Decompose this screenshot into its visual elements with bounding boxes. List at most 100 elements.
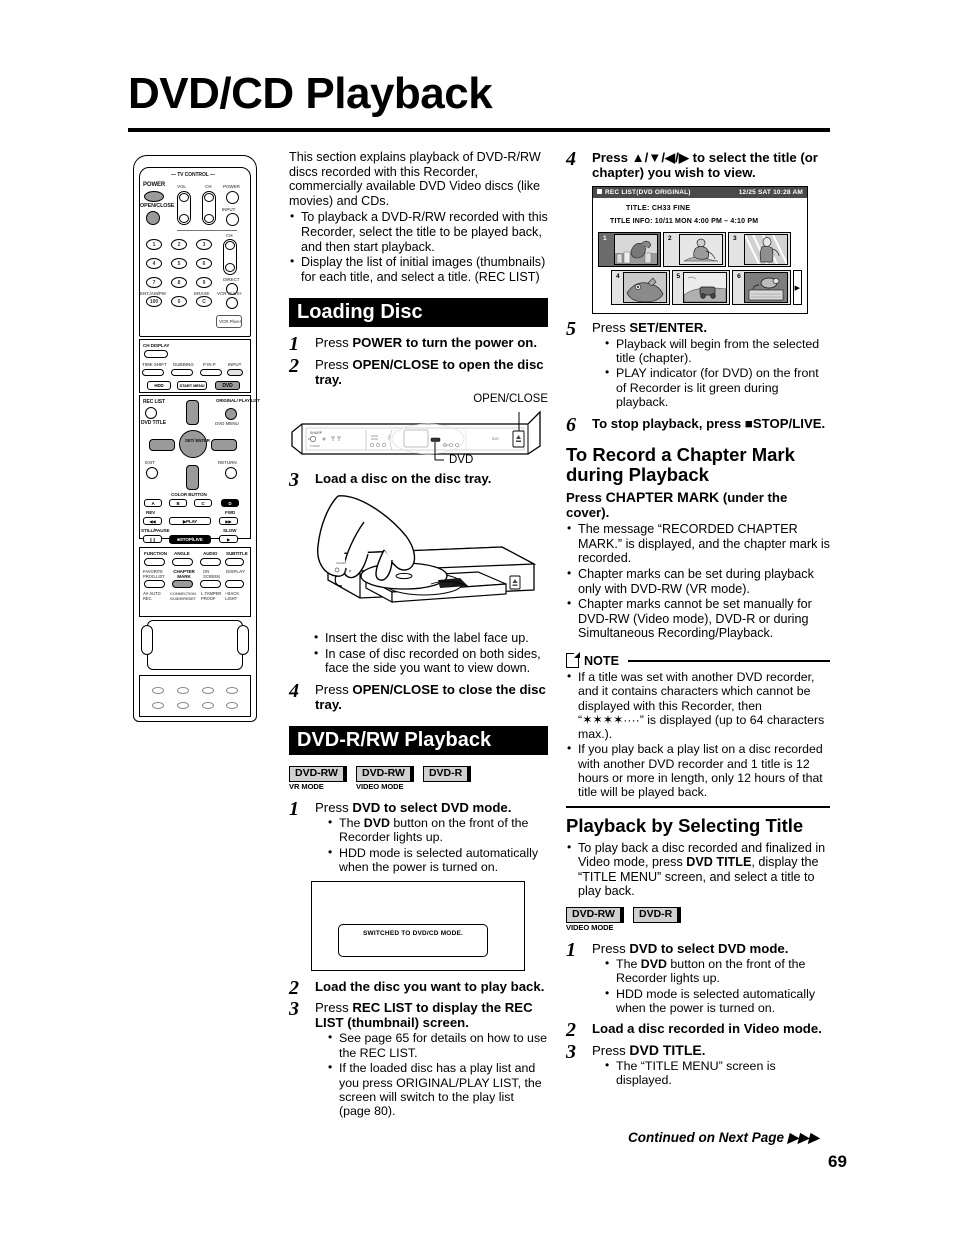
thumbnail-image-6 bbox=[743, 272, 788, 304]
step-title: Press OPEN/CLOSE to open the disc tray. bbox=[315, 357, 548, 387]
remote-number-0[interactable]: 0 bbox=[171, 296, 187, 307]
remote-power-button[interactable] bbox=[144, 191, 164, 202]
step-bullet-list: The DVD button on the front of the Recor… bbox=[315, 815, 548, 875]
remote-down-arrow-button[interactable] bbox=[186, 465, 199, 490]
remote-return-button[interactable] bbox=[225, 467, 237, 479]
remote-on-screen-button[interactable] bbox=[200, 580, 221, 588]
step-title: Press ▲/▼/◀/▶ to select the title (or ch… bbox=[592, 150, 818, 181]
remote-tv-power-button[interactable] bbox=[226, 191, 239, 204]
remote-color-b-button[interactable]: B bbox=[169, 499, 187, 507]
step-loading-2: 2 Press OPEN/CLOSE to open the disc tray… bbox=[289, 355, 548, 387]
remote-ch-display-button[interactable] bbox=[144, 350, 168, 358]
remote-volume-up[interactable] bbox=[179, 193, 189, 202]
remote-bottom-button-7[interactable] bbox=[202, 702, 214, 709]
remote-color-a-button[interactable]: A bbox=[144, 499, 162, 507]
thumbnail-cell-5[interactable]: 5 bbox=[671, 270, 731, 306]
remote-bottom-button-8[interactable] bbox=[226, 702, 238, 709]
remote-number-3[interactable]: 3 bbox=[196, 239, 212, 250]
remote-dubbing-button[interactable] bbox=[171, 369, 193, 376]
remote-volume-down[interactable] bbox=[179, 214, 189, 223]
remote-fast-forward-button[interactable]: ▶▶ bbox=[219, 517, 238, 525]
remote-dvd-button[interactable]: DVD bbox=[215, 381, 240, 390]
remote-subtitle-button[interactable] bbox=[225, 558, 244, 566]
note-bullet-list: If a title was set with another DVD reco… bbox=[566, 669, 830, 800]
remote-clear-button[interactable]: C bbox=[196, 296, 212, 307]
remote-number-100[interactable]: 100 bbox=[146, 296, 162, 307]
remote-bottom-button-5[interactable] bbox=[152, 702, 164, 709]
remote-time-shift-button[interactable] bbox=[142, 369, 164, 376]
remote-tv-channel-up[interactable] bbox=[204, 193, 214, 202]
remote-open-close-button[interactable] bbox=[146, 211, 160, 225]
remote-right-arrow-button[interactable] bbox=[211, 439, 237, 451]
remote-channel-down[interactable] bbox=[225, 263, 235, 272]
list-item: To playback a DVD-R/RW recorded with thi… bbox=[289, 209, 548, 254]
remote-display-button[interactable] bbox=[225, 580, 244, 588]
remote-chapter-mark-button[interactable] bbox=[172, 580, 193, 588]
disc-type-badges: DVD-RW VR MODE DVD-RW VIDEO MODE DVD-R bbox=[289, 763, 548, 791]
list-item: Playback will begin from the selected ti… bbox=[604, 336, 830, 366]
remote-number-1[interactable]: 1 bbox=[146, 239, 162, 250]
remote-label-chapter-mark: CHAPTER MARK bbox=[173, 569, 195, 579]
remote-audio-button[interactable] bbox=[200, 558, 221, 566]
remote-input-button-2[interactable] bbox=[227, 369, 243, 376]
remote-play-button[interactable]: ▶PLAY bbox=[169, 517, 211, 525]
remote-channel-up[interactable] bbox=[225, 241, 235, 250]
remote-function-button[interactable] bbox=[144, 558, 165, 566]
remote-color-c-button[interactable]: C bbox=[194, 499, 212, 507]
thumbnail-index: 4 bbox=[616, 273, 620, 281]
remote-bottom-button-3[interactable] bbox=[202, 687, 214, 694]
thumbnail-next-arrow[interactable]: ▶ bbox=[792, 270, 802, 306]
remote-input-button[interactable] bbox=[226, 213, 239, 226]
vcr-plus-logo-label: VCR Plus+ bbox=[219, 319, 242, 324]
remote-number-2[interactable]: 2 bbox=[171, 239, 187, 250]
remote-original-play-list-button[interactable] bbox=[225, 408, 237, 420]
remote-rewind-button[interactable]: ◀◀ bbox=[143, 517, 162, 525]
remote-bottom-button-2[interactable] bbox=[177, 687, 189, 694]
thumbnail-cell-4[interactable]: 4 bbox=[611, 270, 670, 306]
remote-number-7[interactable]: 7 bbox=[146, 277, 162, 288]
remote-bottom-button-4[interactable] bbox=[226, 687, 238, 694]
remote-still-pause-button[interactable]: ❙❙ bbox=[143, 535, 162, 543]
step-right-5: 5 Press SET/ENTER. Playback will begin f… bbox=[566, 318, 830, 409]
remote-bottom-button-6[interactable] bbox=[177, 702, 189, 709]
list-item: Display the list of initial images (thum… bbox=[289, 254, 548, 284]
remote-p-in-p-button[interactable] bbox=[200, 369, 222, 376]
thumbnail-cell-2[interactable]: 2 bbox=[663, 232, 726, 268]
thumbnail-cell-6[interactable]: 6 bbox=[732, 270, 791, 306]
remote-color-d-button[interactable]: D bbox=[221, 499, 239, 507]
remote-bottom-button-1[interactable] bbox=[152, 687, 164, 694]
switched-mode-tv-screen: SWITCHED TO DVD/CD MODE. bbox=[311, 880, 525, 971]
instruction-bold: CHAPTER MARK bbox=[605, 488, 720, 505]
bullet-bold: DVD bbox=[640, 956, 667, 971]
step-number: 6 bbox=[566, 413, 576, 436]
list-item: In case of disc recorded on both sides, … bbox=[313, 646, 548, 676]
remote-angle-button[interactable] bbox=[172, 558, 193, 566]
remote-number-4[interactable]: 4 bbox=[146, 258, 162, 269]
remote-vcr-plus-button[interactable] bbox=[226, 297, 238, 309]
remote-number-8[interactable]: 8 bbox=[171, 277, 187, 288]
step-number: 4 bbox=[289, 679, 299, 702]
remote-tv-channel-down[interactable] bbox=[204, 214, 214, 223]
remote-start-menu-button[interactable]: START MENU bbox=[177, 381, 207, 390]
step-title: Load the disc you want to play back. bbox=[315, 978, 545, 994]
remote-set-enter-button[interactable] bbox=[179, 430, 207, 458]
remote-number-5[interactable]: 5 bbox=[171, 258, 187, 269]
section-heading-dvd-rrw-playback: DVD-R/RW Playback bbox=[289, 726, 548, 756]
thumbnail-art-2 bbox=[680, 235, 722, 265]
remote-number-6[interactable]: 6 bbox=[196, 258, 212, 269]
badge-subtitle: VR MODE bbox=[289, 781, 324, 791]
remote-left-arrow-button[interactable] bbox=[149, 439, 175, 451]
thumbnail-cell-1[interactable]: 1 bbox=[598, 232, 661, 268]
remote-up-arrow-button[interactable] bbox=[186, 400, 199, 425]
playback-by-title-bullet-list: To play back a disc recorded and finaliz… bbox=[566, 840, 830, 899]
remote-rec-list-button[interactable] bbox=[145, 407, 157, 419]
remote-stop-live-button[interactable]: ■STOP/LIVE bbox=[169, 535, 211, 544]
remote-slow-button[interactable]: ▶ bbox=[219, 535, 238, 543]
thumbnail-cell-3[interactable]: 3 bbox=[728, 232, 791, 268]
remote-cover-flap[interactable] bbox=[147, 620, 243, 670]
remote-hdd-button[interactable]: HDD bbox=[147, 381, 171, 390]
remote-favorite-button[interactable] bbox=[144, 580, 165, 588]
remote-number-9[interactable]: 9 bbox=[196, 277, 212, 288]
remote-exit-button[interactable] bbox=[146, 467, 158, 479]
step-number: 3 bbox=[289, 997, 299, 1020]
